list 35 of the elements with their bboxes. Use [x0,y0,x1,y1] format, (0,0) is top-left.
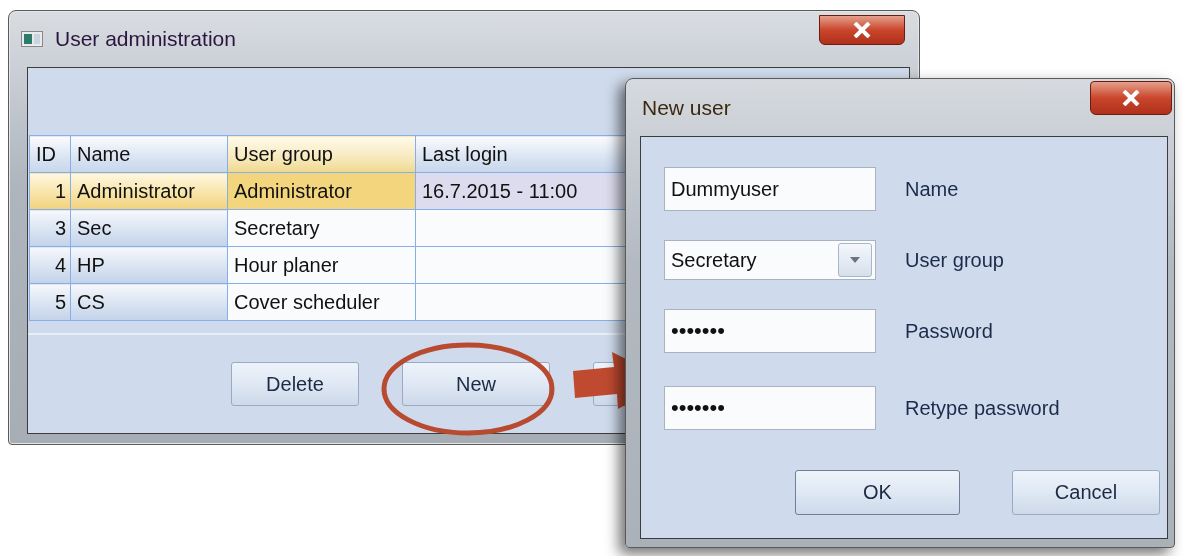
dropdown-arrow-icon [850,257,860,263]
column-header[interactable]: Name [70,135,228,173]
table-cell: 4 [29,246,71,284]
close-button[interactable] [1090,81,1172,115]
name-input-field[interactable]: Dummyuser [664,167,876,211]
field-label: Password [905,319,993,343]
field-label: Retype password [905,396,1060,420]
table-cell: Sec [70,209,228,247]
table-cell: Administrator [227,172,416,210]
table-cell: Cover scheduler [227,283,416,321]
column-header[interactable]: ID [29,135,71,173]
table-cell: Administrator [70,172,228,210]
table-cell: 1 [29,172,71,210]
dialog-title: New user [642,95,731,120]
table-cell: CS [70,283,228,321]
close-icon [853,22,871,38]
ok-button[interactable]: OK [795,470,960,515]
table-cell: HP [70,246,228,284]
cancel-button[interactable]: Cancel [1012,470,1160,515]
window-icon [21,31,43,47]
new-button[interactable]: New [402,362,550,406]
table-cell: 5 [29,283,71,321]
table-cell: 3 [29,209,71,247]
password-input-field[interactable]: ••••••• [664,309,876,353]
close-icon [1122,90,1140,106]
password-input-field[interactable]: ••••••• [664,386,876,430]
close-button[interactable] [819,15,905,45]
field-label: Name [905,177,959,201]
table-cell: Hour planer [227,246,416,284]
delete-button[interactable]: Delete [231,362,359,406]
column-header[interactable]: User group [227,135,416,173]
field-label: User group [905,248,1004,272]
table-cell: Secretary [227,209,416,247]
user-group-dropdown[interactable]: Secretary [664,240,876,280]
window-title: User administration [55,27,236,51]
